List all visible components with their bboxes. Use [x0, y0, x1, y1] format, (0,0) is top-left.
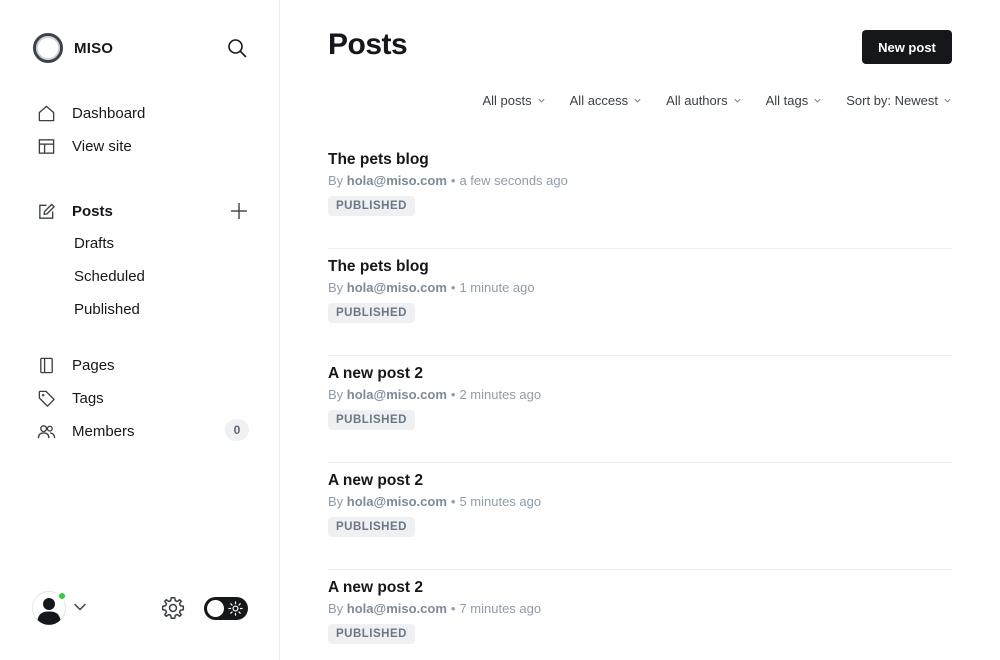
chevron-down-icon — [944, 98, 951, 103]
post-meta: By hola@miso.com • 2 minutes ago — [328, 387, 952, 403]
post-time: a few seconds ago — [459, 173, 568, 188]
add-post-button[interactable] — [227, 199, 251, 223]
separator-dot: • — [450, 173, 456, 188]
post-by: By — [328, 173, 344, 188]
members-count-badge: 0 — [225, 419, 249, 441]
post-meta: By hola@miso.com • 5 minutes ago — [328, 494, 952, 510]
sidebar-item-label: View site — [72, 137, 132, 155]
sidebar-item-label: Members — [72, 422, 135, 440]
status-badge: PUBLISHED — [328, 624, 415, 644]
filter-bar: All posts All access All authors All tag… — [483, 93, 953, 108]
post-time: 1 minute ago — [459, 280, 535, 295]
edit-icon — [36, 201, 56, 221]
sidebar-subitem-scheduled[interactable]: Scheduled — [74, 268, 145, 285]
filter-label: All access — [569, 93, 629, 108]
post-author: hola@miso.com — [346, 601, 447, 616]
sidebar-subitem-published[interactable]: Published — [74, 301, 140, 318]
post-meta: By hola@miso.com • 1 minute ago — [328, 280, 952, 296]
layout-icon — [36, 136, 56, 156]
new-post-button[interactable]: New post — [862, 30, 952, 64]
theme-toggle[interactable] — [204, 597, 248, 620]
sidebar-item-members[interactable]: Members — [36, 419, 135, 443]
status-badge: PUBLISHED — [328, 196, 415, 216]
sun-icon — [228, 601, 243, 616]
filter-label: All posts — [482, 93, 532, 108]
chevron-down-icon[interactable] — [72, 599, 88, 615]
separator-dot: • — [450, 494, 456, 509]
filter-label: All tags — [765, 93, 809, 108]
brand-logo-icon — [33, 33, 63, 63]
post-author: hola@miso.com — [346, 280, 447, 295]
post-title[interactable]: A new post 2 — [328, 364, 952, 384]
chevron-down-icon — [634, 98, 641, 103]
post-by: By — [328, 387, 344, 402]
list-item[interactable]: The pets blog By hola@miso.com • a few sec… — [328, 142, 952, 249]
home-icon — [36, 103, 56, 123]
separator-dot: • — [450, 387, 456, 402]
sidebar-subitem-drafts[interactable]: Drafts — [74, 235, 114, 252]
sidebar-item-label: Tags — [72, 389, 104, 407]
status-badge: PUBLISHED — [328, 303, 415, 323]
post-title[interactable]: A new post 2 — [328, 471, 952, 491]
filter-label: Sort by: Newest — [846, 93, 938, 108]
post-author: hola@miso.com — [346, 387, 447, 402]
filter-access[interactable]: All access — [570, 93, 643, 108]
sidebar: MISO Dashboard View site Posts Drafts Sc… — [0, 0, 280, 660]
status-badge: PUBLISHED — [328, 517, 415, 537]
post-meta: By hola@miso.com • a few seconds ago — [328, 173, 952, 189]
sidebar-item-label: Pages — [72, 356, 115, 374]
list-item[interactable]: A new post 2 By hola@miso.com • 2 minutes … — [328, 356, 952, 463]
filter-authors[interactable]: All authors — [666, 93, 741, 108]
sidebar-item-posts[interactable]: Posts — [36, 199, 113, 223]
brand-name: MISO — [74, 39, 114, 57]
filter-label: All authors — [666, 93, 728, 108]
plus-icon — [231, 203, 247, 219]
brand[interactable]: MISO — [32, 32, 113, 64]
post-by: By — [328, 280, 344, 295]
post-by: By — [328, 601, 344, 616]
sidebar-item-pages[interactable]: Pages — [36, 353, 115, 377]
filter-tags[interactable]: All tags — [766, 93, 823, 108]
filter-type[interactable]: All posts — [483, 93, 546, 108]
post-author: hola@miso.com — [346, 173, 447, 188]
post-author: hola@miso.com — [346, 494, 447, 509]
post-by: By — [328, 494, 344, 509]
sidebar-item-view-site[interactable]: View site — [36, 134, 132, 158]
sidebar-item-label: Posts — [72, 202, 113, 220]
post-time: 2 minutes ago — [459, 387, 542, 402]
tag-icon — [36, 388, 56, 408]
separator-dot: • — [450, 280, 456, 295]
chevron-down-icon — [538, 98, 545, 103]
status-badge: PUBLISHED — [328, 410, 415, 430]
gear-icon[interactable] — [160, 595, 186, 621]
separator-dot: • — [450, 601, 456, 616]
list-item[interactable]: The pets blog By hola@miso.com • 1 minute … — [328, 249, 952, 356]
toggle-knob — [207, 600, 224, 617]
post-title[interactable]: A new post 2 — [328, 578, 952, 598]
chevron-down-icon — [734, 98, 741, 103]
posts-list: The pets blog By hola@miso.com • a few sec… — [328, 142, 952, 660]
post-title[interactable]: The pets blog — [328, 257, 952, 277]
post-meta: By hola@miso.com • 7 minutes ago — [328, 601, 952, 617]
list-item[interactable]: A new post 2 By hola@miso.com • 7 minutes … — [328, 570, 952, 660]
sidebar-item-label: Dashboard — [72, 104, 146, 122]
post-title[interactable]: The pets blog — [328, 150, 952, 170]
chevron-down-icon — [814, 98, 821, 103]
search-icon — [228, 39, 247, 58]
online-status-dot — [57, 591, 67, 601]
search-button[interactable] — [225, 36, 249, 60]
sidebar-item-tags[interactable]: Tags — [36, 386, 104, 410]
list-item[interactable]: A new post 2 By hola@miso.com • 5 minutes … — [328, 463, 952, 570]
sidebar-item-dashboard[interactable]: Dashboard — [36, 101, 145, 125]
page-title: Posts — [328, 28, 408, 61]
post-time: 7 minutes ago — [459, 601, 542, 616]
main-content: Posts New post All posts All access All … — [280, 0, 1000, 660]
post-time: 5 minutes ago — [459, 494, 542, 509]
pages-icon — [36, 355, 56, 375]
sort-order[interactable]: Sort by: Newest — [846, 93, 952, 108]
members-icon — [36, 421, 56, 441]
